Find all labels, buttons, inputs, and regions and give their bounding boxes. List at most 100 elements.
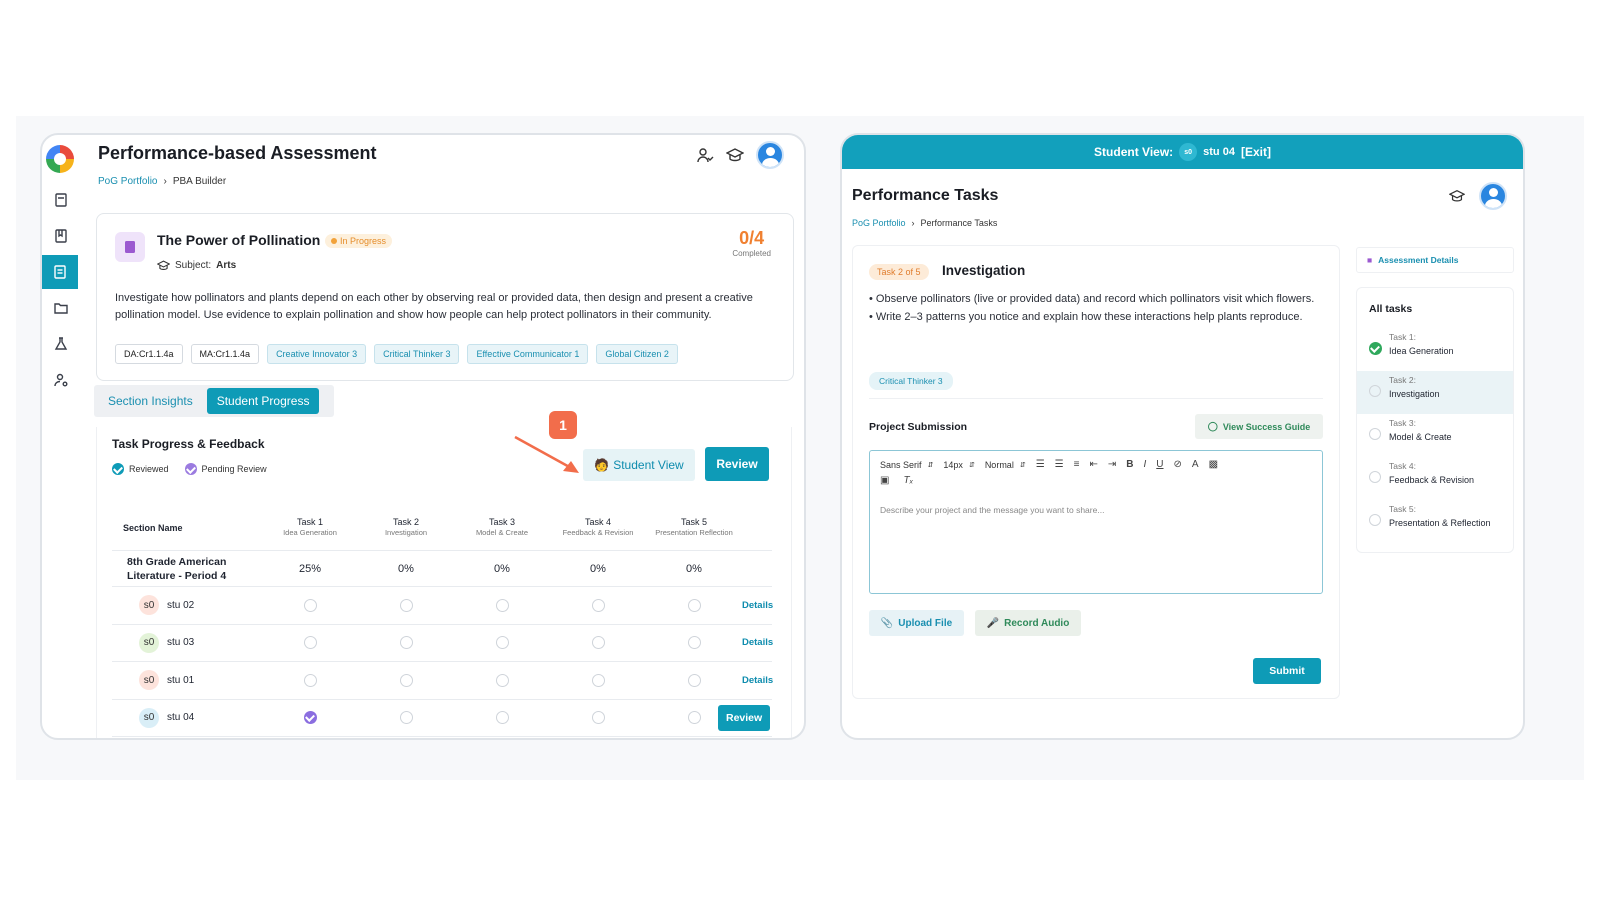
teacher-window: Performance-based Assessment PoG Portfol… <box>40 133 806 740</box>
task-list-item[interactable]: Task 2: Investigation <box>1357 371 1513 414</box>
task-status <box>646 598 742 612</box>
student-avatar: s0 <box>139 670 159 691</box>
tabs: Section Insights Student Progress <box>94 385 334 417</box>
book-icon[interactable] <box>46 185 76 215</box>
tab-section-insights[interactable]: Section Insights <box>98 388 203 414</box>
details-link[interactable]: Details <box>742 637 773 648</box>
record-audio-button[interactable]: 🎤 Record Audio <box>975 610 1081 636</box>
student-cell: s0 stu 04 <box>112 707 262 728</box>
review-button[interactable]: Review <box>705 447 769 481</box>
task-name: Task 5 <box>680 516 707 527</box>
student-avatar: s0 <box>139 632 159 653</box>
clear-format-icon[interactable]: Tₓ <box>903 475 913 486</box>
editor-toolbar-row: ▣ Tₓ <box>880 475 913 486</box>
task-name: Task 1 <box>296 516 323 527</box>
task-card: Task 2 of 5 Investigation • Observe poll… <box>852 245 1340 699</box>
task-status <box>262 711 358 725</box>
select-caret-icon: ⇵ <box>968 461 975 469</box>
graduation-cap-icon[interactable] <box>726 146 744 164</box>
font-value: Sans Serif <box>880 459 922 470</box>
task-progress-badge: Task 2 of 5 <box>869 264 929 280</box>
indent-icon[interactable]: ⇥ <box>1108 459 1116 470</box>
student-avatar: s0 <box>139 707 159 728</box>
student-cell: s0 stu 03 <box>112 632 262 653</box>
student-icon: 🧑 <box>594 458 610 472</box>
table-header: Section Name Task 1 Idea Generation Task … <box>112 505 772 551</box>
review-row-button[interactable]: Review <box>718 704 771 731</box>
task-status <box>550 711 646 725</box>
submit-button[interactable]: Submit <box>1253 658 1321 684</box>
font-select[interactable]: Sans Serif ⇵ <box>880 460 933 470</box>
task-status <box>454 711 550 725</box>
score-label: Completed <box>732 249 771 258</box>
task-status <box>262 636 358 650</box>
row-action: Details <box>742 675 773 686</box>
italic-icon[interactable]: I <box>1144 459 1147 470</box>
empty-circle-icon <box>591 598 605 612</box>
tab-student-progress[interactable]: Student Progress <box>206 388 320 414</box>
table-row: s0 stu 04 Review <box>112 700 772 737</box>
user-group-icon[interactable] <box>696 146 714 164</box>
student-view-label: Student View <box>613 458 684 472</box>
instruction-item: • Observe pollinators (live or provided … <box>869 293 1315 305</box>
bookmark-book-icon[interactable] <box>46 221 76 251</box>
row-action: Details <box>742 637 773 648</box>
assessment-title: The Power of Pollination <box>157 232 321 248</box>
task-status <box>646 636 742 650</box>
column-header: Task 3 Model & Create <box>454 517 550 539</box>
user-avatar[interactable] <box>756 141 784 169</box>
empty-circle-icon <box>399 711 413 725</box>
image-icon[interactable]: ▣ <box>880 475 889 486</box>
user-settings-icon[interactable] <box>46 365 76 395</box>
underline-icon[interactable]: U <box>1156 459 1163 470</box>
task-status <box>646 673 742 687</box>
rich-text-editor[interactable]: Sans Serif ⇵ 14px ⇵ Normal ⇵ ☰ ☰ ≡ ⇤ ⇥ B I … <box>869 450 1323 594</box>
paperclip-icon: 📎 <box>880 617 894 629</box>
highlight-icon[interactable]: ▩ <box>1209 459 1218 470</box>
empty-circle-icon <box>399 636 413 650</box>
task-list-item[interactable]: Task 4: Feedback & Revision <box>1357 457 1513 500</box>
bullet-list-icon[interactable]: ☰ <box>1055 459 1064 470</box>
graduation-cap-icon <box>157 260 170 271</box>
breadcrumb-root[interactable]: PoG Portfolio <box>98 176 157 187</box>
student-view-button[interactable]: 🧑 Student View <box>583 449 695 481</box>
align-icon[interactable]: ≡ <box>1074 459 1080 470</box>
details-link[interactable]: Details <box>742 675 773 686</box>
progress-table: Section Name Task 1 Idea Generation Task … <box>112 505 773 737</box>
check-circle-icon[interactable] <box>303 711 317 725</box>
task-list-item[interactable]: Task 3: Model & Create <box>1357 414 1513 457</box>
size-value: 14px <box>943 459 963 470</box>
assessment-icon[interactable] <box>42 255 78 289</box>
check-circle-icon <box>1369 342 1382 355</box>
exit-link[interactable]: [Exit] <box>1241 145 1271 159</box>
graduation-cap-icon[interactable] <box>1449 188 1465 204</box>
details-link[interactable]: Details <box>742 600 773 611</box>
task-list-item[interactable]: Task 1: Idea Generation <box>1357 328 1513 371</box>
outdent-icon[interactable]: ⇤ <box>1089 459 1097 470</box>
strike-icon[interactable]: ⊘ <box>1174 459 1182 470</box>
ordered-list-icon[interactable]: ☰ <box>1036 459 1045 470</box>
empty-circle-icon <box>591 673 605 687</box>
folder-icon[interactable] <box>46 293 76 323</box>
task-list-item[interactable]: Task 5: Presentation & Reflection <box>1357 500 1513 543</box>
record-label: Record Audio <box>1004 617 1070 629</box>
empty-circle-icon <box>687 598 701 612</box>
empty-circle-icon <box>495 711 509 725</box>
user-avatar[interactable] <box>1479 182 1507 210</box>
flask-icon[interactable] <box>46 329 76 359</box>
task-status <box>358 598 454 612</box>
section-percent: 0% <box>590 562 606 575</box>
lightbulb-icon: ◯ <box>1207 421 1218 431</box>
section-percent: 25% <box>298 562 322 575</box>
assessment-details-button[interactable]: ■ Assessment Details <box>1356 247 1514 273</box>
size-select[interactable]: 14px ⇵ <box>943 460 974 470</box>
breadcrumb-root[interactable]: PoG Portfolio <box>852 218 906 228</box>
upload-file-button[interactable]: 📎 Upload File <box>869 610 964 636</box>
text-color-icon[interactable]: A <box>1192 459 1199 470</box>
heading-select[interactable]: Normal ⇵ <box>985 460 1026 470</box>
task-sub: Model & Create <box>475 527 529 537</box>
all-tasks-title: All tasks <box>1369 303 1413 315</box>
bold-icon[interactable]: B <box>1126 459 1133 470</box>
instruction-item: • Write 2–3 patterns you notice and expl… <box>869 311 1303 323</box>
view-success-guide-button[interactable]: ◯ View Success Guide <box>1195 414 1323 439</box>
